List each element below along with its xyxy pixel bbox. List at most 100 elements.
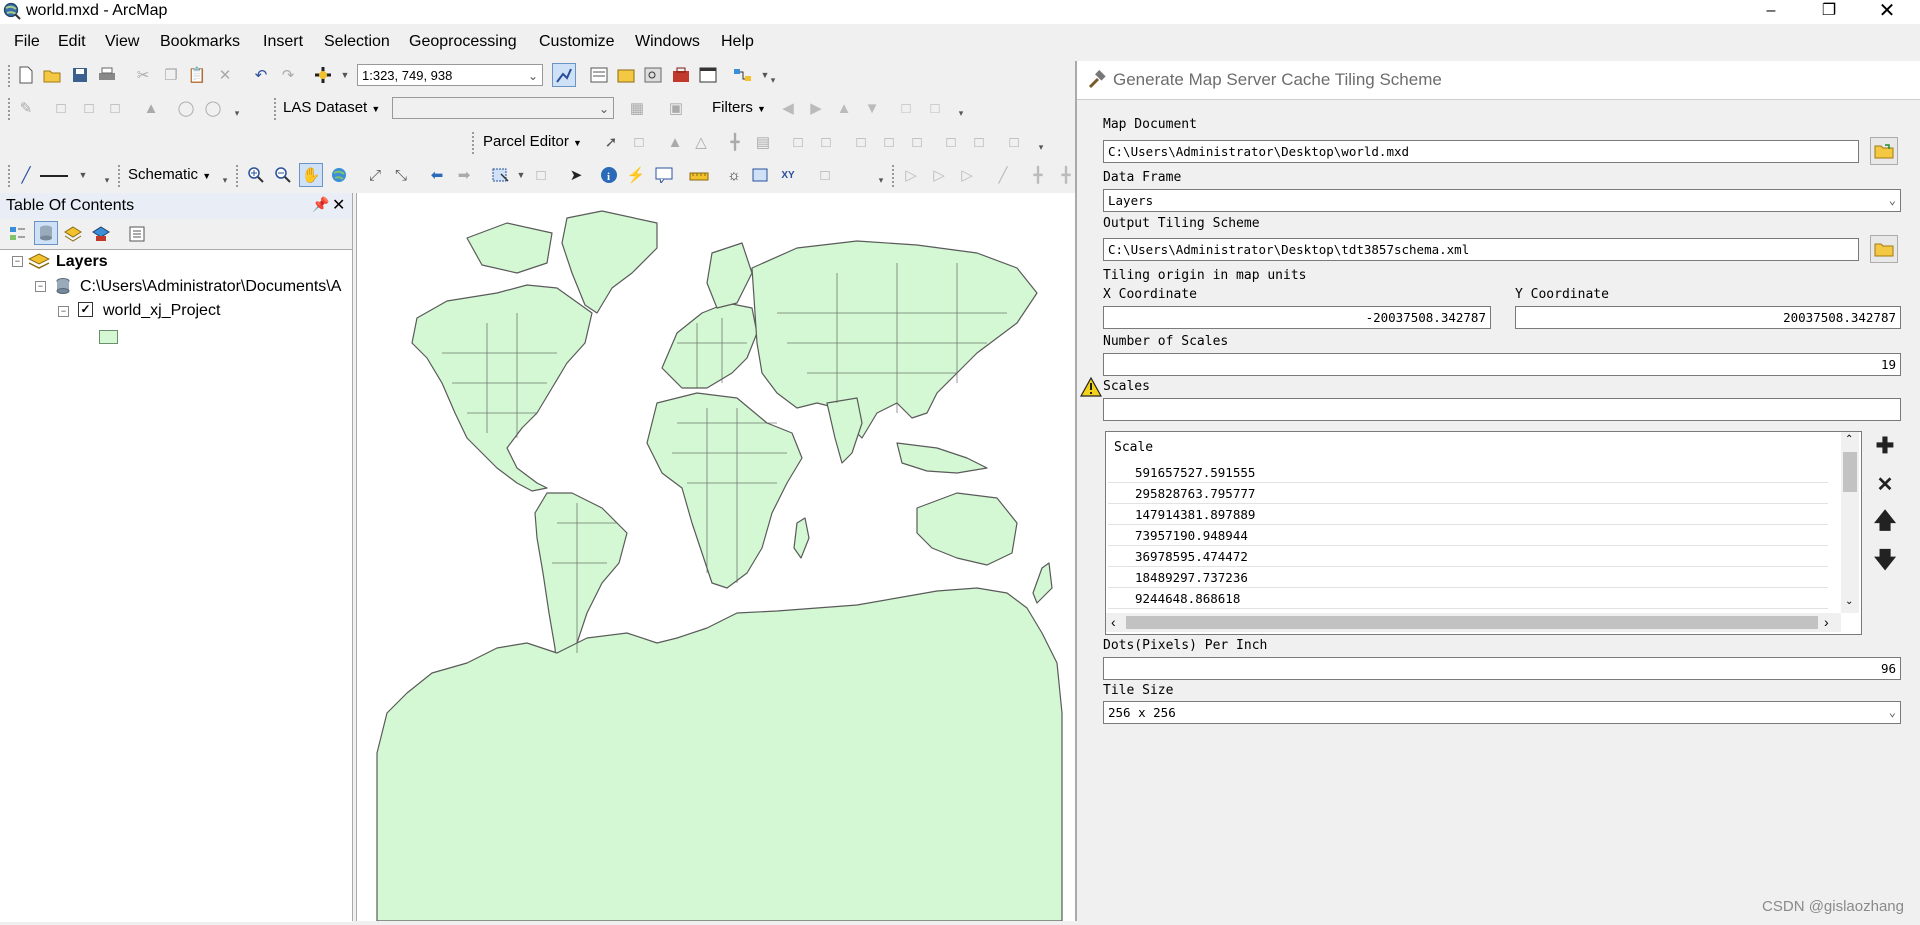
scroll-up-icon[interactable]: ⌃	[1845, 434, 1853, 445]
toolbar-grip[interactable]	[236, 165, 242, 187]
close-button[interactable]: ✕	[1858, 0, 1916, 24]
model-builder-icon[interactable]	[732, 64, 754, 86]
time-slider-icon[interactable]: □	[814, 164, 836, 186]
las-points-icon[interactable]: ▦	[626, 97, 648, 119]
map-scale-dropdown[interactable]: 1:323, 749, 938 ⌄	[357, 64, 543, 86]
collapse-icon[interactable]: −	[12, 256, 23, 267]
las-dataset-menu[interactable]: LAS Dataset ▼	[283, 99, 380, 116]
check-icon[interactable]: □	[906, 131, 928, 153]
adjust-icon[interactable]: □	[878, 131, 900, 153]
layer-visibility-checkbox[interactable]: ✓	[78, 302, 93, 317]
restore-button[interactable]: ❐	[1800, 0, 1858, 24]
fixed-zoom-in-icon[interactable]: ⤢	[364, 164, 386, 186]
collapse-icon[interactable]: −	[58, 306, 69, 317]
menu-selection[interactable]: Selection	[324, 33, 390, 51]
toolbar-grip[interactable]	[118, 165, 124, 187]
editor-toolbar-icon[interactable]	[552, 63, 576, 87]
scale-row[interactable]: 9244648.868618	[1108, 588, 1828, 609]
toolbar-options-icon[interactable]: ▾	[214, 169, 236, 191]
toc-layer-name[interactable]: world_xj_Project	[103, 302, 220, 320]
menu-file[interactable]: File	[14, 33, 40, 51]
parcel-editor-menu[interactable]: Parcel Editor ▼	[483, 133, 582, 150]
menu-windows[interactable]: Windows	[635, 33, 700, 51]
menu-customize[interactable]: Customize	[539, 33, 615, 51]
find-binoculars-icon[interactable]: ☼	[723, 164, 745, 186]
chevron-down-icon[interactable]: ▼	[72, 164, 94, 186]
menu-view[interactable]: View	[105, 33, 139, 51]
clear-selected-icon[interactable]: □	[530, 164, 552, 186]
toolbar-grip[interactable]	[8, 98, 14, 120]
horizontal-scrollbar[interactable]: ‹ ›	[1106, 613, 1841, 632]
copy-icon[interactable]: ❐	[160, 64, 182, 86]
toc-window-icon[interactable]	[588, 64, 610, 86]
schematic-draw-icon[interactable]: ╱	[992, 164, 1014, 186]
collapse-icon[interactable]: −	[35, 281, 46, 292]
list-by-source-icon[interactable]	[34, 221, 58, 245]
pin-icon[interactable]: 📌	[312, 196, 329, 213]
zoom-in-icon[interactable]	[245, 164, 267, 186]
toolbar-grip[interactable]	[472, 132, 478, 154]
parcel-area-icon[interactable]: □	[1003, 131, 1025, 153]
python-window-icon[interactable]	[697, 64, 719, 86]
vertical-scroll-thumb[interactable]	[1843, 452, 1857, 492]
toc-source-path[interactable]: C:\Users\Administrator\Documents\A	[80, 278, 350, 296]
map-display[interactable]	[356, 193, 1076, 922]
scale-row[interactable]: 147914381.897889	[1108, 504, 1828, 525]
search-window-icon[interactable]	[642, 64, 664, 86]
identify-icon[interactable]: i	[598, 164, 620, 186]
parcel-details-icon[interactable]: □	[628, 131, 650, 153]
parcel-select-icon[interactable]: ➚	[600, 131, 622, 153]
tile-size-dropdown[interactable]: 256 x 256 ⌄	[1103, 701, 1901, 724]
menu-edit[interactable]: Edit	[58, 33, 86, 51]
parcel-lines-icon[interactable]: ▲	[664, 131, 686, 153]
vertical-scrollbar[interactable]: ⌃ ⌄	[1841, 432, 1859, 613]
schematic-move-icon[interactable]: ▷	[956, 164, 978, 186]
paste-icon[interactable]: 📋	[186, 64, 208, 86]
toolbar-options-icon[interactable]: ▾	[870, 169, 892, 191]
go-forward-icon[interactable]: ➡	[453, 164, 475, 186]
output-tiling-scheme-field[interactable]: C:\Users\Administrator\Desktop\tdt3857sc…	[1103, 238, 1859, 261]
open-icon[interactable]	[41, 64, 63, 86]
toolbar-grip[interactable]	[8, 165, 14, 187]
parcel-rotate-icon[interactable]: □	[968, 131, 990, 153]
edit-tool-icon[interactable]: ✎	[15, 97, 37, 119]
toolbar-options-icon[interactable]: ▾	[1030, 136, 1052, 158]
schematic-edit-icon[interactable]: ▷	[928, 164, 950, 186]
toolbar-options-icon[interactable]: ▾	[226, 102, 248, 124]
add-scale-button[interactable]: ✚	[1871, 431, 1899, 461]
draw-line-icon[interactable]: ╱	[15, 164, 37, 186]
y-coordinate-field[interactable]: 20037508.342787	[1515, 306, 1901, 329]
save-icon[interactable]	[69, 64, 91, 86]
chevron-down-icon[interactable]: ▼	[510, 164, 532, 186]
las-layer-dropdown[interactable]: ⌄	[392, 97, 614, 119]
geometry-icon[interactable]: ▲	[140, 97, 162, 119]
browse-map-document-button[interactable]	[1870, 137, 1898, 165]
join-parcels-icon[interactable]: ╋	[724, 131, 746, 153]
menu-bookmarks[interactable]: Bookmarks	[160, 33, 240, 51]
browse-output-button[interactable]	[1870, 235, 1898, 263]
list-by-selection-icon[interactable]	[90, 223, 112, 245]
menu-insert[interactable]: Insert	[263, 33, 303, 51]
options-icon[interactable]	[126, 223, 148, 245]
arrow-down-icon[interactable]: ▼	[861, 97, 883, 119]
dpi-field[interactable]: 96	[1103, 657, 1901, 680]
number-of-scales-field[interactable]: 19	[1103, 353, 1901, 376]
horizontal-scroll-thumb[interactable]	[1126, 616, 1818, 629]
layer-symbol-swatch[interactable]	[99, 330, 118, 344]
toolbar-options-icon[interactable]: ▾	[96, 169, 118, 191]
scale-row[interactable]: 591657527.591555	[1108, 462, 1828, 483]
toolbar-grip[interactable]	[274, 98, 280, 120]
go-to-xy-icon[interactable]: XY	[777, 164, 799, 186]
las-surface-icon[interactable]: ▣	[665, 97, 687, 119]
new-icon[interactable]	[15, 64, 37, 86]
divide-icon[interactable]: □	[815, 131, 837, 153]
move-up-button[interactable]: 🡅	[1871, 508, 1899, 538]
zoom-out-icon[interactable]	[272, 164, 294, 186]
close-icon[interactable]: ✕	[332, 195, 345, 215]
schematic-layout-icon[interactable]: ╋	[1027, 164, 1049, 186]
find-route-icon[interactable]	[750, 164, 772, 186]
html-popup-icon[interactable]	[653, 164, 675, 186]
cut-icon[interactable]: ✂	[132, 64, 154, 86]
scroll-down-icon[interactable]: ⌄	[1845, 596, 1853, 607]
line-style-icon[interactable]	[40, 175, 68, 177]
